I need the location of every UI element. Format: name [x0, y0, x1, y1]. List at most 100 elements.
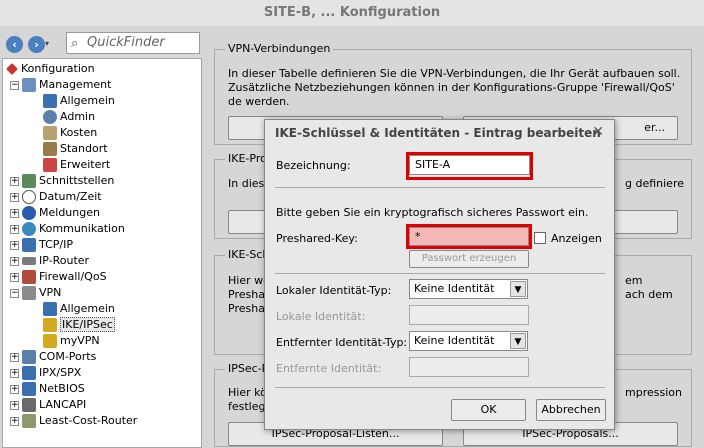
expand-toggle[interactable]: + — [10, 368, 19, 378]
separator — [275, 387, 605, 388]
tree-item-least-cost-router[interactable]: + Least-Cost-Router — [10, 413, 137, 429]
globe-icon — [22, 222, 36, 236]
user-icon — [43, 110, 57, 124]
tree-item-ike-ipsec[interactable]: IKE/IPSec — [43, 317, 115, 333]
quickfinder-placeholder: QuickFinder — [87, 35, 165, 50]
tree-item-label: Standort — [60, 142, 108, 155]
group-text-right: g definiere — [625, 177, 685, 190]
phone-icon — [22, 398, 36, 412]
tree-item-kosten[interactable]: Kosten — [43, 125, 97, 141]
preshared-key-label: Preshared-Key: — [276, 232, 358, 245]
search-icon: ⌕ — [71, 36, 79, 51]
expand-toggle[interactable]: + — [10, 352, 19, 362]
tree-item-firewall-qos[interactable]: + Firewall/QoS — [10, 269, 107, 285]
tree-item-ip-router[interactable]: + IP-Router — [10, 253, 89, 269]
tree-item-label: LANCAPI — [39, 398, 87, 411]
tree-item-label: Allgemein — [60, 302, 115, 315]
ok-button[interactable]: OK — [451, 399, 526, 421]
tree-item-myvpn[interactable]: myVPN — [43, 333, 100, 349]
network-icon — [22, 382, 36, 396]
quickfinder-input[interactable]: ⌕ QuickFinder — [66, 32, 200, 54]
expand-toggle[interactable]: + — [10, 272, 19, 282]
tree-item-label: Meldungen — [39, 206, 100, 219]
tree-item-konfiguration[interactable]: Konfiguration — [6, 61, 95, 77]
wrench-icon — [6, 63, 18, 75]
expand-toggle[interactable]: + — [10, 400, 19, 410]
tree-item-com-ports[interactable]: + COM-Ports — [10, 349, 96, 365]
button-label: er... — [644, 121, 665, 134]
tree-item-label: Kosten — [60, 126, 98, 139]
cancel-button[interactable]: Abbrechen — [536, 399, 606, 421]
tree-item-label: NetBIOS — [39, 382, 85, 395]
left-panel: ‹ › ▾ ⌕ QuickFinder Konfiguration − Manag… — [0, 26, 205, 448]
tree-item-lancapi[interactable]: + LANCAPI — [10, 397, 86, 413]
window-title: SITE-B, ... Konfiguration — [0, 0, 704, 26]
forward-arrow-icon[interactable]: › — [28, 36, 45, 53]
group-description: In dieser Tabelle definieren Sie die VPN… — [228, 67, 681, 108]
tree-item-management[interactable]: − Management — [10, 77, 111, 93]
tree-item-vpn-allgemein[interactable]: Allgemein — [43, 301, 115, 317]
router-icon — [22, 257, 36, 265]
tree-item-label: IPX/SPX — [39, 366, 82, 379]
tree-item-label: COM-Ports — [39, 350, 97, 363]
local-identity-type-select[interactable]: Keine Identität ▼ — [409, 279, 528, 299]
chip-icon — [22, 174, 36, 188]
remote-identity-type-label: Entfernter Identität-Typ: — [276, 336, 408, 349]
expand-toggle[interactable]: + — [10, 208, 19, 218]
tree-item-tcp-ip[interactable]: + TCP/IP — [10, 237, 73, 253]
tree-item-label: myVPN — [60, 334, 100, 347]
local-identity-label: Lokale Identität: — [276, 310, 366, 323]
config-tree: Konfiguration − Management Allgemein Admi… — [2, 58, 202, 448]
expand-toggle[interactable]: + — [10, 192, 19, 202]
separator — [275, 187, 605, 188]
tree-item-meldungen[interactable]: + Meldungen — [10, 205, 100, 221]
tree-item-schnittstellen[interactable]: + Schnittstellen — [10, 173, 114, 189]
tree-item-label: Allgemein — [60, 94, 115, 107]
tree-item-ipx-spx[interactable]: + IPX/SPX — [10, 365, 81, 381]
expand-toggle[interactable]: + — [10, 384, 19, 394]
close-icon[interactable]: ✕ — [592, 124, 604, 140]
preshared-key-input[interactable]: * — [409, 227, 529, 246]
network-icon — [22, 238, 36, 252]
collapse-toggle[interactable]: − — [10, 288, 19, 298]
bezeichnung-input[interactable]: SITE-A — [409, 155, 530, 175]
port-icon — [22, 350, 36, 364]
separator — [275, 273, 605, 274]
generate-password-button[interactable]: Passwort erzeugen — [409, 250, 529, 268]
expand-toggle[interactable]: + — [10, 224, 19, 234]
back-arrow-icon[interactable]: ‹ — [6, 36, 23, 53]
tree-item-erweitert[interactable]: Erweitert — [43, 157, 110, 173]
tree-item-netbios[interactable]: + NetBIOS — [10, 381, 85, 397]
collapse-toggle[interactable]: − — [10, 80, 19, 90]
expand-toggle[interactable]: + — [10, 256, 19, 266]
group-text-right: ach dem — [625, 288, 673, 301]
tree-item-label: Admin — [60, 110, 96, 123]
remote-identity-type-select[interactable]: Keine Identität ▼ — [409, 331, 528, 351]
tree-item-label: Konfiguration — [21, 62, 95, 75]
cube-icon — [43, 158, 57, 172]
key-icon — [43, 318, 57, 332]
tree-item-vpn[interactable]: − VPN — [10, 285, 61, 301]
tree-item-label: Datum/Zeit — [39, 190, 102, 203]
expand-toggle[interactable]: + — [10, 240, 19, 250]
tree-item-kommunikation[interactable]: + Kommunikation — [10, 221, 125, 237]
local-identity-input[interactable] — [409, 305, 529, 325]
expand-toggle[interactable]: + — [10, 176, 19, 186]
network-icon — [22, 366, 36, 380]
nav-dropdown-icon[interactable]: ▾ — [45, 39, 49, 48]
tree-item-label: Management — [39, 78, 112, 91]
tree-item-label: VPN — [39, 286, 62, 299]
calculator-icon — [43, 126, 57, 140]
network-icon — [43, 94, 57, 108]
remote-identity-input[interactable] — [409, 357, 529, 377]
expand-toggle[interactable]: + — [10, 416, 19, 426]
tree-item-management-allgemein[interactable]: Allgemein — [43, 93, 115, 109]
tree-item-admin[interactable]: Admin — [43, 109, 95, 125]
remote-identity-label: Entfernte Identität: — [276, 362, 382, 375]
tree-item-label: IP-Router — [39, 254, 90, 267]
edit-entry-dialog: IKE-Schlüssel & Identitäten - Eintrag be… — [264, 119, 615, 430]
show-password-checkbox[interactable] — [534, 232, 546, 244]
tree-item-datum-zeit[interactable]: + Datum/Zeit — [10, 189, 102, 205]
network-icon — [43, 302, 57, 316]
tree-item-standort[interactable]: Standort — [43, 141, 108, 157]
